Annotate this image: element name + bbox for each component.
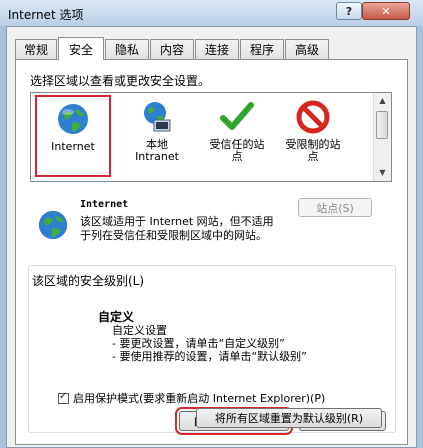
help-button[interactable]: ? — [336, 2, 362, 20]
trusted-check-icon — [220, 102, 254, 130]
security-level-description: 自定义设置 - 要更改设置，请单击“自定义级别” - 要使用推荐的设置，请单击“… — [112, 324, 307, 363]
scroll-up-icon[interactable]: ▲ — [376, 94, 389, 108]
protected-mode-checkbox[interactable] — [58, 391, 69, 404]
security-level-title: 该区域的安全级别(L) — [32, 274, 145, 288]
tab-general[interactable]: 常规 — [15, 39, 57, 59]
intranet-icon — [144, 102, 171, 132]
zone-restricted-sites-label: 受限制的站 点 — [285, 138, 341, 163]
zone-prompt: 选择区域以查看或更改安全设置。 — [30, 74, 211, 88]
zone-trusted-sites-label: 受信任的站 点 — [209, 138, 265, 163]
scroll-down-icon[interactable]: ▼ — [376, 166, 389, 180]
tab-privacy[interactable]: 隐私 — [105, 39, 149, 59]
tab-advanced[interactable]: 高级 — [285, 39, 329, 59]
close-button[interactable]: ✕ — [362, 2, 410, 20]
zone-internet-label: Internet — [51, 140, 95, 153]
zone-local-intranet[interactable]: 本地 Intranet — [119, 95, 195, 177]
zone-local-intranet-label: 本地 Intranet — [135, 138, 179, 163]
security-level-name: 自定义 — [98, 310, 135, 324]
zone-internet[interactable]: Internet — [35, 95, 111, 177]
window-title: Internet 选项 — [8, 8, 84, 22]
reset-all-zones-button[interactable]: 将所有区域重置为默认级别(R) — [196, 408, 382, 428]
tab-security[interactable]: 安全 — [58, 37, 104, 60]
tab-content[interactable]: 内容 — [150, 39, 194, 59]
scroll-thumb[interactable] — [376, 111, 388, 139]
selected-zone-description: 该区域适用于 Internet 网站，但不适用于列在受信任和受限制区域中的网站。 — [80, 215, 274, 242]
sites-button[interactable]: 站点(S) — [298, 198, 372, 217]
internet-zone-globe-icon — [38, 210, 68, 240]
zone-trusted-sites[interactable]: 受信任的站 点 — [199, 95, 275, 177]
tab-programs[interactable]: 程序 — [240, 39, 284, 59]
protected-mode-option[interactable]: 启用保护模式(要求重新启动 Internet Explorer)(P) — [58, 390, 325, 406]
globe-icon — [58, 104, 88, 134]
security-panel: 选择区域以查看或更改安全设置。 Internet 本地 Intranet 受信任… — [15, 59, 408, 445]
zone-list-scrollbar[interactable]: ▲ ▼ — [373, 93, 391, 181]
tab-connections[interactable]: 连接 — [195, 39, 239, 59]
internet-options-dialog: 常规 安全 隐私 内容 连接 程序 高级 选择区域以查看或更改安全设置。 Int… — [6, 26, 417, 448]
protected-mode-label: 启用保护模式(要求重新启动 Internet Explorer)(P) — [73, 392, 326, 405]
restricted-icon — [296, 100, 330, 134]
title-bar: Internet 选项 ? ✕ — [0, 0, 423, 26]
zone-list[interactable]: Internet 本地 Intranet 受信任的站 点 受限制的站 点 ▲ ▼ — [30, 92, 392, 182]
selected-zone-name: Internet — [80, 199, 129, 210]
zone-restricted-sites[interactable]: 受限制的站 点 — [275, 95, 351, 177]
